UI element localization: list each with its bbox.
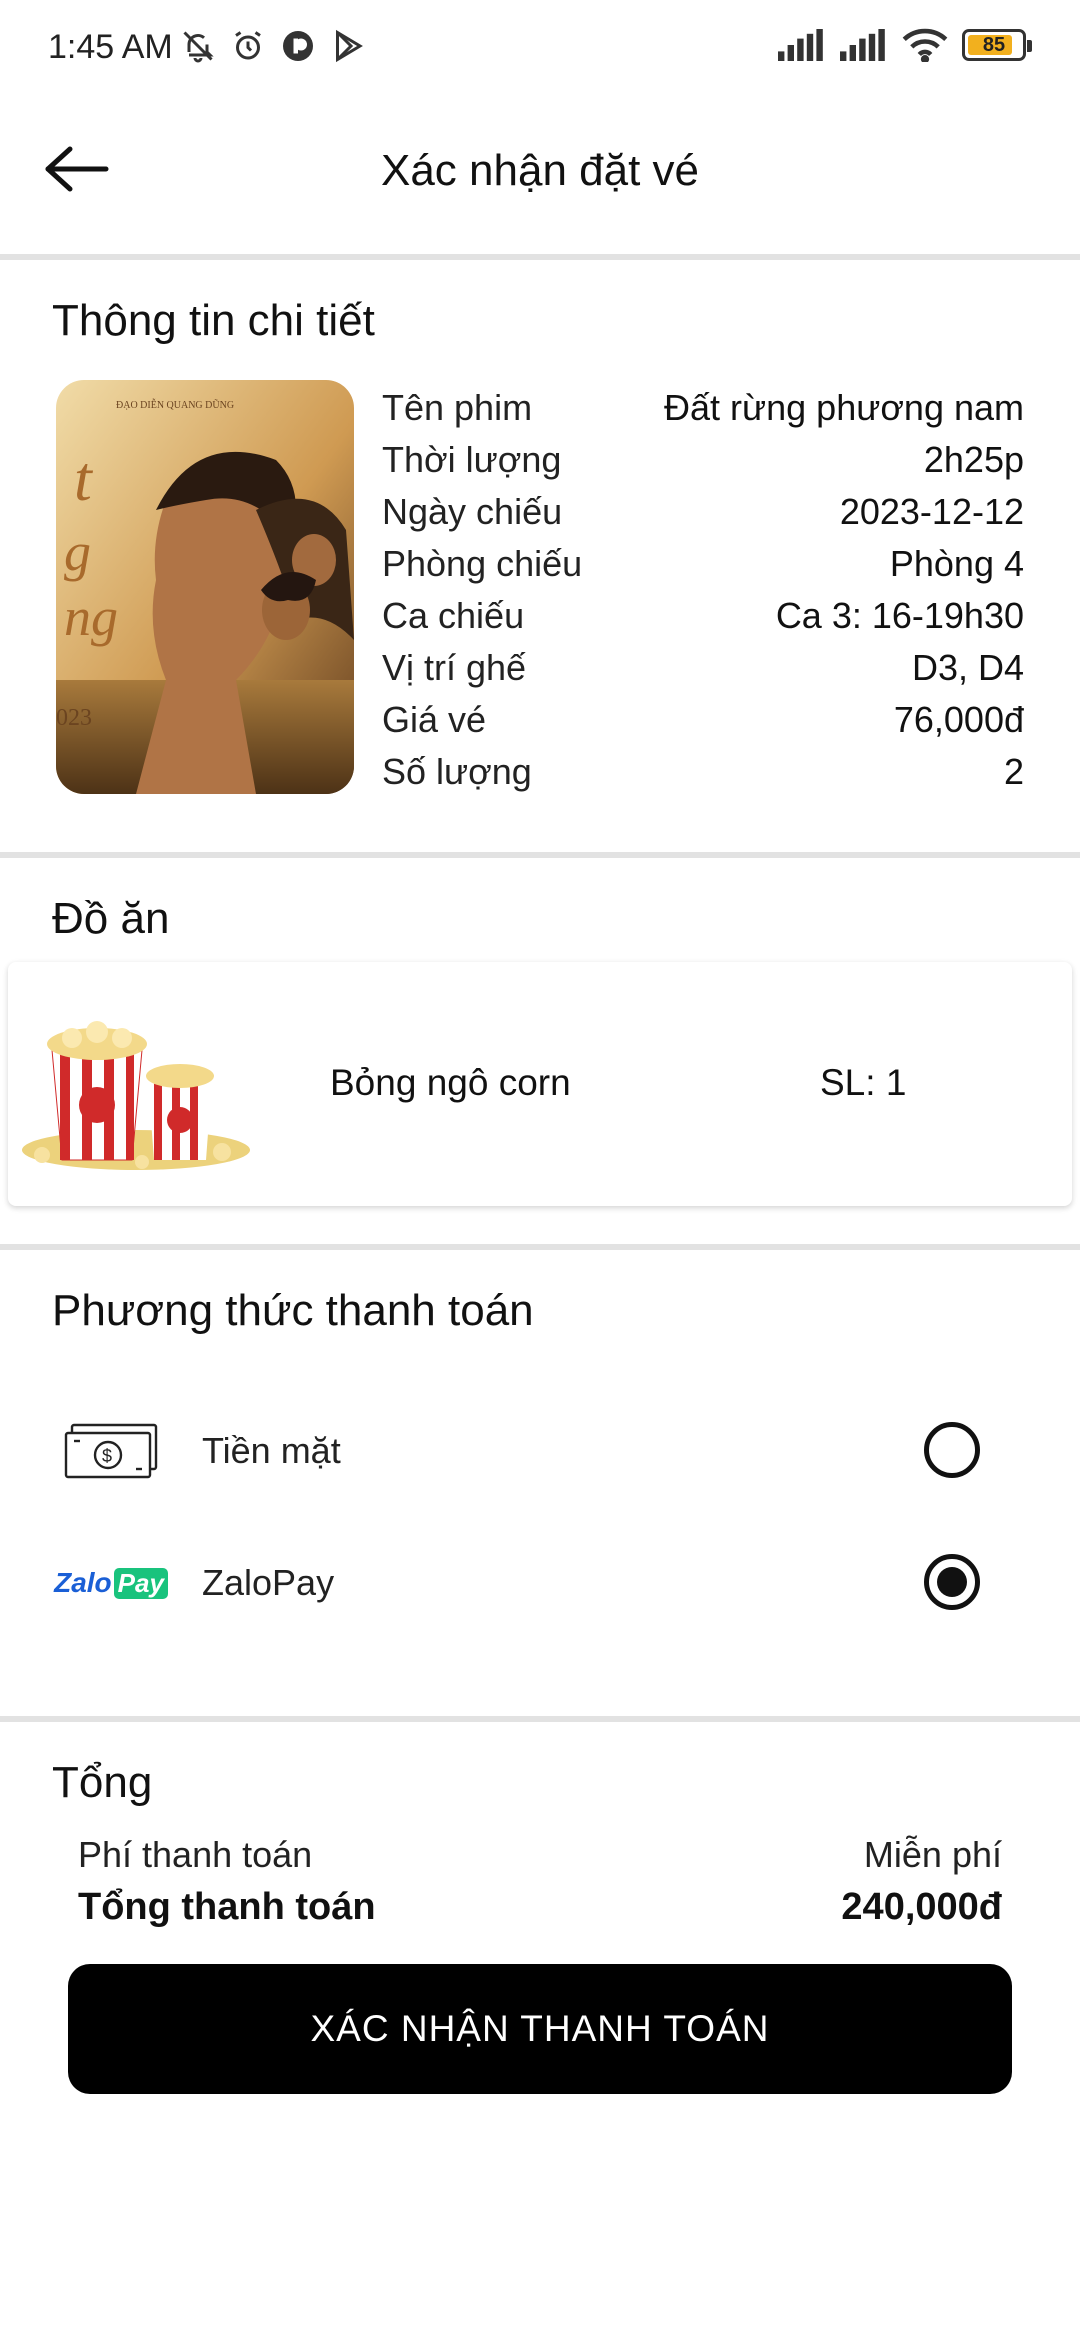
food-item-name: Bỏng ngô corn <box>330 1062 571 1103</box>
detail-row-duration: Thời lượng 2h25p <box>382 434 1024 486</box>
page-title: Xác nhận đặt vé <box>380 146 699 195</box>
svg-text:t: t <box>74 443 94 514</box>
zalopay-logo-badge: Pay <box>113 1567 168 1599</box>
radio-cash[interactable] <box>924 1422 980 1478</box>
payment-option-label: ZaloPay <box>202 1562 335 1603</box>
detail-label: Phòng chiếu <box>382 543 583 584</box>
alarm-icon <box>235 31 261 60</box>
payment-fee-value: Miễn phí <box>863 1834 1002 1875</box>
detail-row-room: Phòng chiếu Phòng 4 <box>382 538 1024 590</box>
detail-row-seats: Vị trí ghế D3, D4 <box>382 642 1024 694</box>
detail-row-shift: Ca chiếu Ca 3: 16-19h30 <box>382 590 1024 642</box>
status-time: 1:45 AM <box>48 28 173 66</box>
detail-value: Phòng 4 <box>889 543 1024 584</box>
status-bar: 1:45 AM 85 <box>0 0 1080 100</box>
section-divider <box>0 1244 1080 1250</box>
detail-row-movie-name: Tên phim Đất rừng phương nam <box>382 382 1024 434</box>
detail-label: Tên phim <box>382 387 533 428</box>
details-list: Tên phim Đất rừng phương nam Thời lượng 2h… <box>382 382 1024 798</box>
section-divider <box>0 1716 1080 1722</box>
payment-option-label: Tiền mặt <box>202 1430 341 1471</box>
food-item-quantity: SL: 1 <box>820 1062 907 1103</box>
payment-option-zalopay[interactable]: Zalo Pay ZaloPay <box>0 1532 1080 1632</box>
signal-icon <box>778 29 823 61</box>
section-divider <box>0 852 1080 858</box>
confirm-payment-button[interactable]: XÁC NHẬN THANH TOÁN <box>68 1964 1012 2094</box>
svg-text:ĐẠO DIỄN QUANG DŨNG: ĐẠO DIỄN QUANG DŨNG <box>116 398 234 411</box>
detail-value: 2 <box>1003 751 1024 792</box>
app-header: Xác nhận đặt vé <box>0 100 1080 260</box>
total-label: Tổng thanh toán <box>78 1886 376 1928</box>
movie-poster: t g ng 023 ĐẠO DIỄN QUANG DŨNG <box>56 380 354 794</box>
play-store-icon <box>336 29 363 63</box>
app-notification-icon <box>283 31 313 61</box>
food-item-card[interactable]: Bỏng ngô corn SL: 1 <box>8 962 1072 1206</box>
popcorn-image <box>22 1010 250 1170</box>
battery-level: 85 <box>982 33 1006 56</box>
detail-label: Ca chiếu <box>382 595 525 636</box>
zalopay-logo-text: Zalo <box>54 1567 112 1598</box>
detail-label: Giá vé <box>382 699 487 740</box>
notification-icons <box>180 28 366 64</box>
payment-section-title: Phương thức thanh toán <box>52 1286 534 1335</box>
svg-text:$: $ <box>102 1446 112 1466</box>
total-value: 240,000đ <box>841 1886 1002 1928</box>
wifi-icon <box>902 28 948 62</box>
payment-fee-row: Phí thanh toán Miễn phí <box>78 1834 1002 1876</box>
detail-value: 2023-12-12 <box>839 491 1024 532</box>
detail-value: D3, D4 <box>911 647 1024 688</box>
payment-fee-label: Phí thanh toán <box>78 1834 313 1875</box>
detail-value: Ca 3: 16-19h30 <box>775 595 1024 636</box>
detail-row-show-date: Ngày chiếu 2023-12-12 <box>382 486 1024 538</box>
detail-value: Đất rừng phương nam <box>664 387 1024 428</box>
detail-row-quantity: Số lượng 2 <box>382 746 1024 798</box>
totals-section-title: Tổng <box>52 1758 153 1807</box>
total-row: Tổng thanh toán 240,000đ <box>78 1886 1002 1929</box>
detail-label: Thời lượng <box>382 439 562 480</box>
zalopay-logo: Zalo Pay <box>54 1554 168 1612</box>
muted-bell-icon <box>183 31 214 63</box>
radio-zalopay[interactable] <box>924 1554 980 1610</box>
details-section-title: Thông tin chi tiết <box>52 296 375 345</box>
payment-option-cash[interactable]: $ Tiền mặt <box>0 1400 1080 1500</box>
detail-label: Ngày chiếu <box>382 491 563 532</box>
signal-icon-2 <box>840 29 885 61</box>
detail-label: Vị trí ghế <box>382 647 527 688</box>
cash-icon: $ <box>58 1422 164 1480</box>
svg-text:023: 023 <box>56 705 92 731</box>
svg-text:g: g <box>64 522 91 582</box>
detail-label: Số lượng <box>382 751 532 792</box>
food-section-title: Đồ ăn <box>52 894 170 943</box>
svg-text:ng: ng <box>64 587 118 647</box>
detail-value: 76,000đ <box>893 699 1024 740</box>
detail-row-price: Giá vé 76,000đ <box>382 694 1024 746</box>
detail-value: 2h25p <box>923 439 1024 480</box>
battery-icon: 85 <box>962 29 1032 61</box>
system-icons: 85 <box>778 28 1032 62</box>
